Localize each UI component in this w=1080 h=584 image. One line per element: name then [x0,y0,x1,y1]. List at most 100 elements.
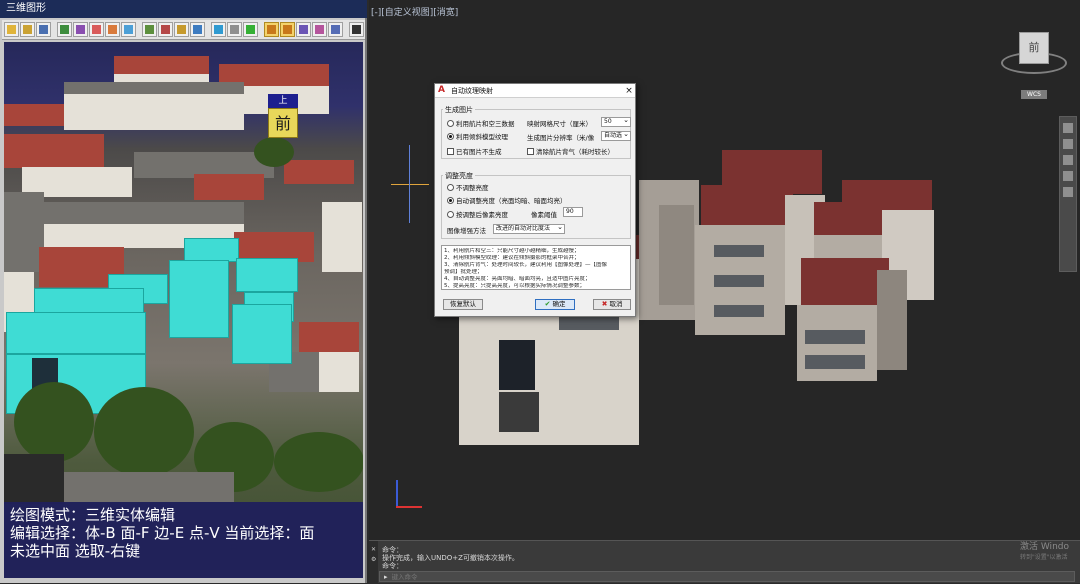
radio-icon[interactable] [447,210,454,218]
selected-building[interactable] [232,304,292,364]
option-label: 自动调整亮度（亮面均暗、暗面均亮） [456,197,567,205]
gear-icon[interactable] [349,22,364,37]
pixel-threshold-label: 像素阈值 [531,211,557,219]
view-cube-icon[interactable] [211,22,226,37]
roof [701,185,793,227]
cancel-button[interactable]: ✖ 取消 [593,299,631,310]
steering-wheel-icon[interactable] [1063,187,1073,197]
wcs-badge[interactable]: WCS [1021,90,1047,99]
roof [4,454,64,504]
edit-mode-overlay: 绘图模式：三维实体编辑 编辑选择：体-B 面-F 边-E 点-V 当前选择：面 … [4,502,363,578]
ucs-x-axis [396,506,422,508]
ok-button[interactable]: ✔ 确定 [535,299,575,310]
radio-no-brightness[interactable]: 不调整亮度 [447,182,489,192]
selected-roof[interactable] [184,238,239,262]
restore-defaults-button[interactable]: 恢复默认 [443,299,483,310]
oblique-3d-scene[interactable]: 上 前 绘图模式：三维实体编辑 编辑选择：体-B 面-F 边-E 点-V 当前选… [4,42,363,578]
roof [284,160,354,184]
cube-tool-icon[interactable] [105,22,120,37]
window-row [714,305,764,317]
selected-building[interactable] [169,260,229,338]
note-line: 预调】批处理； [444,269,483,275]
select-face-icon[interactable] [264,22,279,37]
checkbox-icon[interactable] [527,147,534,155]
note-line: 2、利用倾斜模型纹理：建议在倾斜摄影的框架中合并； [444,255,580,261]
enhance-method-select[interactable]: 改进的自动对比度法 [493,224,565,234]
roof [114,56,209,74]
option-label: 清除航片背气（耗时较长） [536,148,614,156]
duplicate-icon[interactable] [312,22,327,37]
pixel-threshold-input[interactable]: 90 [563,207,583,217]
radio-aerial[interactable]: 利用航片和空三数据 [447,118,515,128]
radio-icon[interactable] [447,183,454,191]
checkbox-clear-haze[interactable]: 清除航片背气（耗时较长） [527,146,614,156]
building-wall [64,90,244,130]
radio-model-texture[interactable]: 利用倾斜模型纹理 [447,131,508,141]
left-toolbar [2,20,365,40]
panel-title: 三维图形 [0,0,367,18]
save-icon[interactable] [36,22,51,37]
orbit-icon[interactable] [1063,155,1073,165]
roof [4,192,44,272]
view-cube-widget[interactable]: 上 前 [268,94,298,142]
pan-icon[interactable] [1063,123,1073,133]
stack-tool-icon[interactable] [121,22,136,37]
dialog-notes: 1、利用航片和空三：只能尺寸越小越精细，生成越慢； 2、利用倾斜模型纹理：建议在… [441,245,631,290]
color-icon[interactable] [243,22,258,37]
roof [64,472,234,502]
radio-icon[interactable] [447,119,454,127]
tree [14,382,94,462]
building-model[interactable] [659,205,694,305]
radio-icon[interactable] [447,196,454,204]
brush-tool-icon[interactable] [73,22,88,37]
command-input[interactable] [391,572,992,581]
grid-size-label: 映射网格尺寸（厘米） [527,120,592,128]
command-input-row[interactable]: ▸ [379,571,1075,582]
camera-icon[interactable] [227,22,242,37]
cube-face[interactable]: 前 [1019,32,1049,64]
roof [4,134,104,168]
box-tool-icon[interactable] [89,22,104,37]
viewcube-right[interactable]: 前 WCS [997,28,1071,99]
split-icon[interactable] [190,22,205,37]
grid-size-select[interactable]: 50 [601,117,631,127]
viewport-label[interactable]: [-][自定义视图][消宽] [371,5,458,18]
pen-tool-icon[interactable] [57,22,72,37]
command-line-panel: ✕ ⚙ 命令： 操作完成，输入UNDO+Z可撤销本次操作。 命令： ▸ [369,540,1080,584]
mode-line: 绘图模式：三维实体编辑 [10,506,176,524]
selected-roof[interactable] [236,258,298,292]
close-icon[interactable]: ✕ [371,547,376,553]
grid-icon[interactable] [142,22,157,37]
roof [194,174,264,200]
dialog-titlebar[interactable]: A 自动纹理映射 × [435,84,635,98]
tree [94,387,194,477]
layer-icon[interactable] [158,22,173,37]
resolution-label: 生成图片分辨率（米/像 [527,134,595,142]
navigation-bar[interactable] [1059,116,1077,272]
checkbox-skip-existing[interactable]: 已有图片不生成 [447,146,502,156]
radio-pixel-brightness[interactable]: 按调整后像素亮度 [447,209,508,219]
open-folder-icon[interactable] [4,22,19,37]
option-label: 按调整后像素亮度 [456,211,508,219]
building-model[interactable] [877,270,907,370]
export-icon[interactable] [328,22,343,37]
cube-front-face[interactable]: 前 [268,108,298,138]
measure-icon[interactable] [296,22,311,37]
settings-icon[interactable]: ⚙ [371,557,376,563]
command-grip[interactable]: ✕ ⚙ [369,541,378,584]
dialog-title: 自动纹理映射 [451,86,493,95]
select-body-icon[interactable] [280,22,295,37]
zoom-icon[interactable] [1063,139,1073,149]
crosshair-cursor [409,145,410,223]
checkbox-icon[interactable] [447,147,454,155]
cube-top-face[interactable]: 上 [268,94,298,108]
radio-icon[interactable] [447,132,454,140]
resolution-select[interactable]: 自动选 [601,131,631,141]
showmotion-icon[interactable] [1063,171,1073,181]
close-icon[interactable]: × [623,86,635,96]
selected-roof[interactable] [6,312,146,354]
radio-auto-brightness[interactable]: 自动调整亮度（亮面均暗、暗面均亮） [447,195,567,205]
open-model-icon[interactable] [20,22,35,37]
mode-line: 编辑选择：体-B 面-F 边-E 点-V 当前选择：面 [10,524,315,542]
texture-icon[interactable] [174,22,189,37]
